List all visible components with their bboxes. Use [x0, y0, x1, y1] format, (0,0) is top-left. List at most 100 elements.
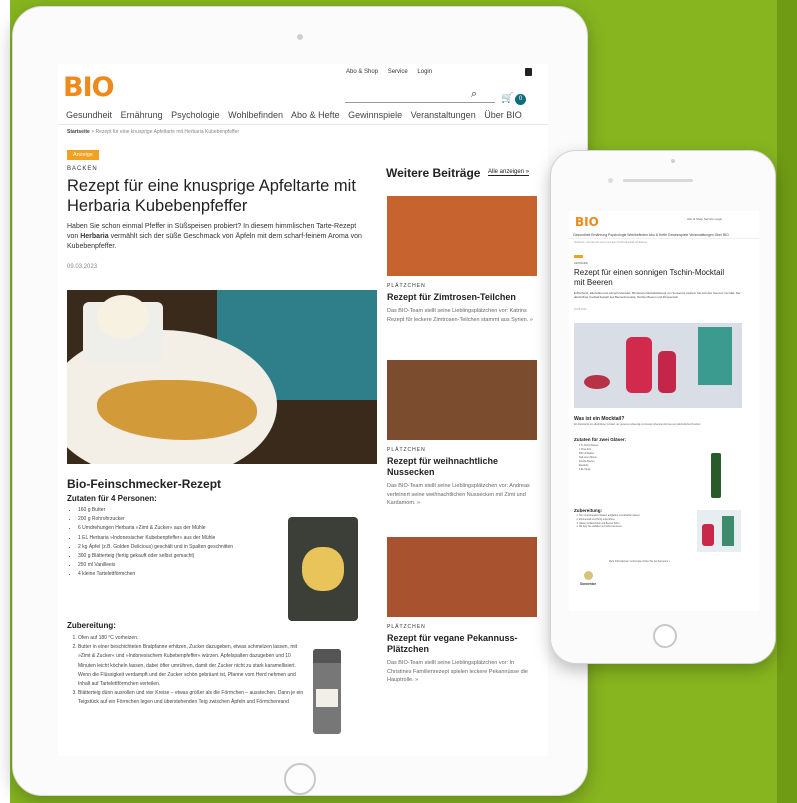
phone-home-button[interactable]	[653, 624, 677, 648]
ingredient-item: 200 g Rohrohrzucker	[78, 515, 283, 524]
sidebar-title: Weitere Beiträge	[386, 166, 481, 180]
article-category: BACKEN	[67, 166, 98, 172]
ingredient-item: 1 EL Herbaria »Indonesischer Kubebenpfef…	[78, 534, 283, 543]
ingredients-list: 160 g Butter 200 g Rohrohrzucker 6 Umdre…	[78, 506, 283, 580]
card-title[interactable]: Rezept für vegane Pekannuss-Plätzchen	[387, 633, 537, 655]
phone-ingredients-list: 2 TL Tschin Beeren 1 Prise Zimt 500 ml W…	[579, 444, 679, 472]
article-date: 09.03.2023	[67, 264, 98, 270]
card-description: Das BIO-Team stellt seine Lieblingsplätz…	[387, 483, 530, 506]
breadcrumb-home[interactable]: Startseite	[67, 129, 90, 135]
ingredient-item: 300 g Blätterteig (fertig gekauft oder s…	[78, 552, 283, 561]
article-lead: Haben Sie schon einmal Pfeffer in Süßspe…	[67, 222, 367, 252]
card-image-cinnamon-rolls[interactable]	[387, 196, 537, 276]
card-title[interactable]: Rezept für Zimtrosen-Teilchen	[387, 292, 537, 303]
phone-section-text: Ein Mocktail ist ein alkoholfreier Cockt…	[574, 424, 701, 426]
phone-breadcrumb[interactable]: Startseite > Rezept für einen sonnigen T…	[574, 241, 647, 244]
card-kicker: PLÄTZCHEN	[387, 283, 426, 289]
hero-image-apple-tarte	[67, 290, 377, 464]
cart-icon[interactable]: 🛒	[501, 93, 513, 104]
grinder-cap	[313, 649, 341, 663]
phone-hero-glass	[626, 337, 652, 393]
nav-item-abo-hefte[interactable]: Abo & Hefte	[291, 110, 340, 120]
top-link-abo-shop[interactable]: Abo & Shop	[346, 69, 378, 75]
phone-hero-image-mocktail	[574, 323, 742, 408]
search-icon[interactable]: ⌕	[471, 88, 477, 101]
phone-top-links[interactable]: Abo & Shop Service Login	[687, 217, 722, 221]
sidebar-card[interactable]: PLÄTZCHEN Rezept für Zimtrosen-Teilchen …	[387, 196, 537, 324]
spice-grinder-product-photo	[313, 649, 341, 734]
nav-divider	[58, 124, 548, 125]
search-input[interactable]	[345, 102, 495, 103]
step-item: Blätterteig dünn ausrollen und vier Krei…	[78, 689, 308, 707]
bio-logo[interactable]: BIO	[63, 72, 115, 103]
main-navigation: Gesundheit Ernährung Psychologie Wohlbef…	[66, 110, 528, 120]
card-title[interactable]: Rezept für weihnachtliche Nussecken	[387, 456, 537, 478]
background-right-strip	[777, 0, 797, 803]
phone-product-box	[722, 516, 734, 546]
ingredient-item: 6 Umdrehungen Herbaria »Zimt & Zucker« a…	[78, 524, 283, 533]
article-title: Rezept für eine knusprige Apfeltarte mit…	[67, 177, 356, 215]
article-lead-brand[interactable]: Herbaria	[80, 233, 108, 240]
phone-hero-berry-bowl	[584, 375, 610, 389]
top-link-login[interactable]: Login	[417, 69, 432, 75]
background-left-strip	[0, 0, 10, 803]
recipe-section-title: Bio-Feinschmecker-Rezept	[67, 477, 222, 491]
grinder-photo	[288, 517, 358, 621]
card-description: Das BIO-Team stellt seine Lieblingsplätz…	[387, 308, 533, 323]
grinder-photo-detail	[302, 547, 344, 591]
tablet-device: BIO Abo & Shop Service Login ⌕ 🛒 0 Gesun…	[12, 6, 588, 796]
facebook-icon[interactable]	[525, 68, 532, 76]
steps-title: Zubereitung:	[67, 621, 116, 630]
nav-item-gesundheit[interactable]: Gesundheit	[66, 110, 112, 120]
step-item: Ofen auf 180 °C vorheizen.	[78, 634, 308, 643]
ingredient-item: 160 g Butter	[78, 506, 283, 515]
breadcrumb: Startseite > Rezept für eine knusprige A…	[67, 129, 239, 135]
phone-hero-glass	[658, 351, 676, 393]
hero-ice-cream	[97, 295, 149, 339]
nav-item-veranstaltungen[interactable]: Veranstaltungen	[411, 110, 476, 120]
steps-list: Ofen auf 180 °C vorheizen. Butter in ein…	[78, 634, 308, 708]
card-kicker: PLÄTZCHEN	[387, 447, 426, 453]
ad-badge: Anzeige	[67, 150, 99, 160]
phone-screen: BIO Abo & Shop Service Login Gesundheit …	[569, 211, 759, 611]
sonnentor-sun-icon	[583, 571, 593, 580]
phone-bio-logo[interactable]: BIO	[575, 215, 599, 229]
ingredient-item: 250 ml Vanilleeis	[78, 561, 283, 570]
card-image-nut-corners[interactable]	[387, 360, 537, 440]
sonnentor-wordmark: Sonnentor	[580, 582, 596, 586]
nav-item-gewinnspiele[interactable]: Gewinnspiele	[348, 110, 402, 120]
phone-article-title: Rezept für einen sonnigen Tschin-Mocktai…	[574, 268, 725, 287]
phone-front-sensor	[608, 178, 613, 183]
phone-article-category: GETRÄNKE	[574, 262, 588, 265]
phone-speaker	[623, 179, 693, 182]
phone-section-title: Was ist ein Mocktail?	[574, 416, 625, 422]
phone-info-note[interactable]: Mehr Informationen zu Rezepten finden Si…	[609, 561, 670, 563]
show-all-link[interactable]: Alle anzeigen »	[488, 169, 530, 176]
top-link-service[interactable]: Service	[388, 69, 408, 75]
phone-ingredients-title: Zutaten für zwei Gläser:	[574, 437, 627, 442]
ingredient-item: 2 kg Äpfel (z.B. Golden Delicious) gesch…	[78, 543, 283, 552]
phone-device: BIO Abo & Shop Service Login Gesundheit …	[550, 150, 776, 664]
ingredients-title: Zutaten für 4 Personen:	[67, 494, 157, 503]
phone-bottle-photo	[711, 453, 721, 498]
step-item: Butter in einer beschichteten Bratpfanne…	[78, 643, 308, 689]
sidebar-card[interactable]: PLÄTZCHEN Rezept für vegane Pekannuss-Pl…	[387, 537, 537, 685]
tablet-home-button[interactable]	[284, 763, 316, 795]
grinder-label	[316, 689, 338, 707]
article-lead-part-2: vermählt sich der süße Geschmack von Äpf…	[67, 233, 362, 250]
phone-step-item: Mit dem Tee auffüllen und sofort servier…	[579, 526, 689, 530]
nav-item-psychologie[interactable]: Psychologie	[171, 110, 220, 120]
nav-item-ueber-bio[interactable]: Über BIO	[484, 110, 522, 120]
card-image-pecan-cookies[interactable]	[387, 537, 537, 617]
cart-count-badge: 0	[515, 94, 526, 105]
sonnentor-logo[interactable]: Sonnentor	[574, 571, 602, 586]
top-links: Abo & Shop Service Login	[346, 69, 440, 75]
phone-product-glass	[702, 524, 714, 546]
ingredient-item: 4 kleine Tartelettförmchen	[78, 570, 283, 579]
breadcrumb-current: Rezept für eine knusprige Apfeltarte mit…	[95, 129, 240, 135]
phone-navigation[interactable]: Gesundheit Ernährung Psychologie Wohlbef…	[573, 233, 729, 237]
nav-item-ernaehrung[interactable]: Ernährung	[121, 110, 163, 120]
phone-article-date: 01.08.2023	[574, 308, 587, 311]
sidebar-card[interactable]: PLÄTZCHEN Rezept für weihnachtliche Nuss…	[387, 360, 537, 508]
nav-item-wohlbefinden[interactable]: Wohlbefinden	[228, 110, 283, 120]
